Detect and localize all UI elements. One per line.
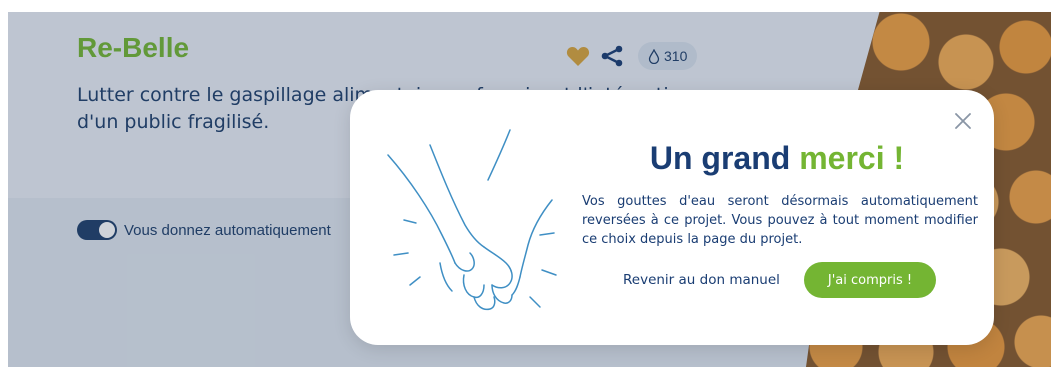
modal-title: Un grand merci ! [582,140,972,177]
manual-donation-link[interactable]: Revenir au don manuel [623,272,780,292]
confirm-button[interactable]: J'ai compris ! [804,262,936,298]
thank-you-modal: Un grand merci ! Vos gouttes d'eau seron… [350,90,994,345]
modal-title-main: Un grand [649,140,791,176]
holding-hands-illustration [380,125,570,315]
modal-title-accent: merci ! [799,140,905,176]
close-icon[interactable] [952,110,974,132]
modal-message: Vos gouttes d'eau seront désormais autom… [582,194,978,247]
